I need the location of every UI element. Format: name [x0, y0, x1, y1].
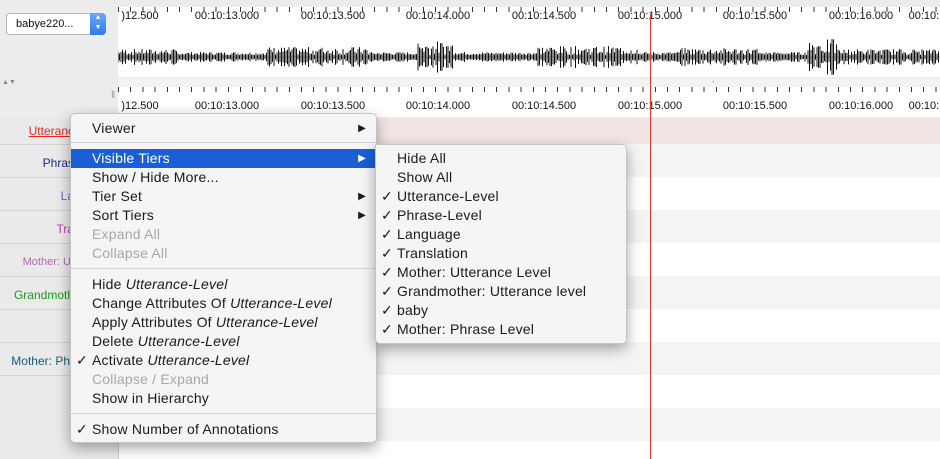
menu-item-label: Collapse / Expand [92, 371, 210, 387]
menu-item-label: Apply Attributes Of [92, 314, 216, 330]
checkmark-icon: ✓ [76, 421, 88, 437]
menu-item-label: Activate [92, 352, 148, 368]
tier-name: Utterance-Level [147, 352, 250, 368]
submenu-item-tier[interactable]: ✓ Phrase-Level [376, 206, 626, 225]
menu-item-label: Expand All [92, 226, 161, 242]
menu-item-label: Collapse All [92, 245, 168, 261]
menu-item-tier-set[interactable]: Tier Set ▶ [71, 187, 376, 206]
submenu-item-tier[interactable]: ✓ Language [376, 225, 626, 244]
menu-item-label: Sort Tiers [92, 207, 154, 223]
menu-item-label: Change Attributes Of [92, 295, 231, 311]
checkmark-icon: ✓ [381, 207, 393, 223]
menu-item-label: Show All [397, 169, 453, 185]
menu-item-label: Tier Set [92, 188, 143, 204]
menu-item-expand-all: Expand All [71, 225, 376, 244]
submenu-item-tier[interactable]: ✓ Translation [376, 244, 626, 263]
menu-item-label: Grandmother: Utterance level [397, 283, 587, 299]
menu-separator [71, 142, 376, 143]
submenu-item-tier[interactable]: ✓ Grandmother: Utterance level [376, 282, 626, 301]
menu-separator [71, 268, 376, 269]
tier-context-menu: Viewer ▶ Visible Tiers ▶ Show / Hide Mor… [70, 113, 377, 443]
visible-tiers-submenu: Hide All Show All ✓ Utterance-Level ✓ Ph… [375, 144, 627, 344]
menu-item-delete-tier[interactable]: Delete Utterance-Level [71, 332, 376, 351]
submenu-arrow-icon: ▶ [358, 123, 366, 134]
menu-item-show-hide-more[interactable]: Show / Hide More... [71, 168, 376, 187]
ruler-label: 00:10:13.500 [300, 100, 366, 112]
scroll-knob-icon[interactable]: ◦ [712, 79, 714, 86]
submenu-arrow-icon: ▶ [358, 153, 366, 164]
menu-item-label: Hide [92, 276, 126, 292]
playback-cursor [650, 14, 651, 459]
menu-item-label: baby [397, 302, 429, 318]
tier-label-mother-phrase[interactable]: Mother: Phr [11, 354, 74, 368]
submenu-item-tier[interactable]: ✓ Utterance-Level [376, 187, 626, 206]
menu-item-label: Translation [397, 245, 468, 261]
resize-arrows-icon[interactable]: ▲▼ [2, 79, 16, 86]
checkmark-icon: ✓ [381, 283, 393, 299]
menu-item-sort-tiers[interactable]: Sort Tiers ▶ [71, 206, 376, 225]
submenu-item-tier[interactable]: ✓ Mother: Utterance Level [376, 263, 626, 282]
menu-item-hide-tier[interactable]: Hide Utterance-Level [71, 275, 376, 294]
ruler-label: 00:10:16 [908, 100, 940, 112]
menu-item-collapse-all: Collapse All [71, 244, 376, 263]
submenu-arrow-icon: ▶ [358, 210, 366, 221]
media-file-select[interactable]: babye220... ▲ ▼ [6, 13, 106, 35]
waveform-scroll-strip[interactable]: ◦ [118, 79, 940, 87]
select-arrows-icon: ▲ ▼ [90, 13, 106, 35]
submenu-item-tier[interactable]: ✓ Mother: Phrase Level [376, 320, 626, 339]
splitter-handle-icon[interactable]: ‖ [111, 90, 115, 101]
tier-name: Utterance-Level [215, 314, 318, 330]
audio-waveform [118, 39, 940, 75]
menu-item-label: Mother: Utterance Level [397, 264, 552, 280]
waveform-time-ruler: )12.500 00:10:13.000 00:10:13.500 00:10:… [118, 7, 940, 37]
checkmark-icon: ✓ [381, 264, 393, 280]
ruler-label: 00:10:13.000 [194, 100, 260, 112]
submenu-arrow-icon: ▶ [358, 191, 366, 202]
tier-label-grandmother[interactable]: Grandmoth [14, 288, 74, 302]
menu-item-label: Show in Hierarchy [92, 390, 209, 406]
ruler-label: 00:10:14.500 [511, 100, 577, 112]
ruler-ticks [118, 7, 940, 12]
tier-label-mother-utterance[interactable]: Mother: Ut [23, 256, 74, 268]
menu-item-collapse-expand: Collapse / Expand [71, 370, 376, 389]
menu-item-show-number-of-annotations[interactable]: ✓ Show Number of Annotations [71, 420, 376, 439]
menu-item-label: Hide All [397, 150, 447, 166]
ruler-ticks [118, 87, 940, 92]
menu-item-label: Show / Hide More... [92, 169, 219, 185]
ruler-label: 00:10:16.000 [828, 100, 894, 112]
menu-item-viewer[interactable]: Viewer ▶ [71, 119, 376, 138]
tier-label-utterance[interactable]: Utteranc [29, 124, 74, 138]
checkmark-icon: ✓ [381, 321, 393, 337]
checkmark-icon: ✓ [381, 302, 393, 318]
ruler-label: 00:10:14.000 [405, 100, 471, 112]
menu-item-label: Phrase-Level [397, 207, 482, 223]
menu-item-visible-tiers[interactable]: Visible Tiers ▶ [71, 149, 376, 168]
checkmark-icon: ✓ [381, 188, 393, 204]
submenu-item-show-all[interactable]: Show All [376, 168, 626, 187]
tier-name: Utterance-Level [137, 333, 240, 349]
checkmark-icon: ✓ [76, 352, 88, 368]
tier-name: Utterance-Level [230, 295, 332, 311]
media-file-name: babye220... [16, 18, 74, 30]
menu-separator [71, 413, 376, 414]
submenu-item-tier[interactable]: ✓ baby [376, 301, 626, 320]
menu-item-label: Delete [92, 333, 138, 349]
menu-item-activate-tier[interactable]: ✓ Activate Utterance-Level [71, 351, 376, 370]
menu-item-change-attributes[interactable]: Change Attributes Of Utterance-Level [71, 294, 376, 313]
tier-name: Utterance-Level [125, 276, 228, 292]
checkmark-icon: ✓ [381, 226, 393, 242]
menu-item-label: Language [397, 226, 461, 242]
menu-item-show-in-hierarchy[interactable]: Show in Hierarchy [71, 389, 376, 408]
menu-item-label: Visible Tiers [92, 150, 170, 166]
menu-item-apply-attributes[interactable]: Apply Attributes Of Utterance-Level [71, 313, 376, 332]
ruler-label: )12.500 [121, 100, 159, 112]
menu-item-label: Viewer [92, 120, 136, 136]
menu-item-label: Show Number of Annotations [92, 421, 279, 437]
menu-item-label: Mother: Phrase Level [397, 321, 535, 337]
menu-item-label: Utterance-Level [397, 188, 499, 204]
waveform-viewer[interactable] [118, 37, 940, 77]
checkmark-icon: ✓ [381, 245, 393, 261]
submenu-item-hide-all[interactable]: Hide All [376, 149, 626, 168]
ruler-label: 00:10:15.500 [722, 100, 788, 112]
